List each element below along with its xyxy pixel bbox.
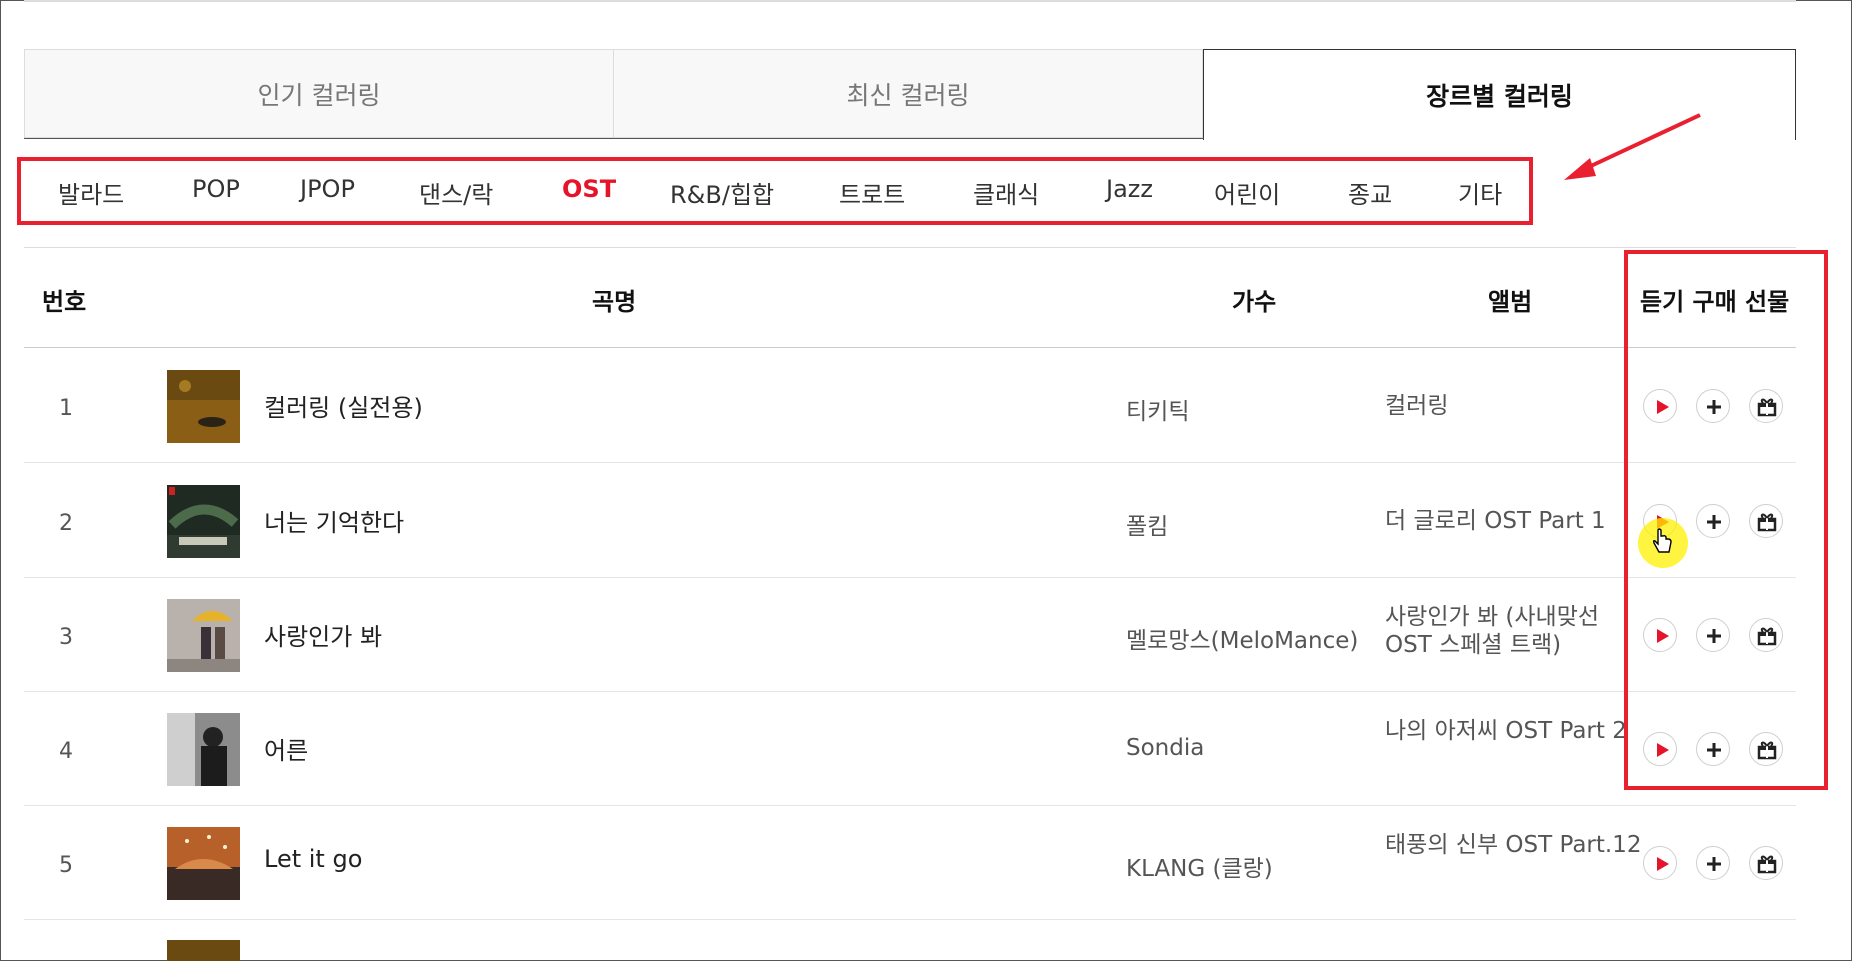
album-cover[interactable]: [167, 940, 240, 961]
artist-name[interactable]: Sondia: [1126, 735, 1204, 761]
table-row: 2 너는 기억한다 폴킴 더 글로리 OST Part 1: [24, 463, 1796, 578]
song-title[interactable]: 너는 기억한다: [264, 503, 404, 538]
table-row: 1 컬러링 (실전용) 티키틱 컬러링: [24, 348, 1796, 463]
row-number: 4: [59, 739, 73, 764]
header-album: 앨범: [1488, 288, 1533, 316]
album-cover[interactable]: [167, 485, 240, 558]
album-cover[interactable]: [167, 370, 240, 443]
gift-button[interactable]: [1749, 846, 1783, 880]
listen-button[interactable]: [1643, 846, 1677, 880]
artist-name[interactable]: 티키틱: [1126, 392, 1189, 426]
tab-latest[interactable]: 최신 컬러링: [613, 49, 1203, 138]
row-number: 1: [59, 396, 73, 421]
genre-kids[interactable]: 어린이: [1214, 175, 1280, 210]
header-artist: 가수: [1232, 288, 1277, 316]
album-name[interactable]: 사랑인가 봐 (사내맞선 OST 스페셜 트랙): [1385, 603, 1645, 659]
header-number: 번호: [42, 288, 87, 316]
album-name[interactable]: 태풍의 신부 OST Part.12: [1385, 831, 1645, 859]
table-row: 3 사랑인가 봐 멜로망스(MeloMance) 사랑인가 봐 (사내맞선 OS…: [24, 577, 1796, 692]
header-title: 곡명: [592, 288, 637, 316]
song-title[interactable]: 컬러링 (실전용): [264, 388, 423, 423]
song-title[interactable]: 사랑인가 봐: [264, 617, 382, 652]
artist-name[interactable]: 폴킴: [1126, 507, 1168, 541]
table-row: 4 어른 Sondia 나의 아저씨 OST Part 2: [24, 691, 1796, 806]
header-top-divider: [24, 247, 1796, 248]
album-name[interactable]: 나의 아저씨 OST Part 2: [1385, 717, 1645, 745]
genre-jazz[interactable]: Jazz: [1106, 175, 1153, 203]
album-name[interactable]: 컬러링: [1385, 392, 1645, 420]
gift-icon: [1757, 855, 1777, 874]
hand-cursor-icon: [1652, 528, 1672, 553]
category-tabs: 인기 컬러링 최신 컬러링 장르별 컬러링: [24, 49, 1796, 140]
row-number: 5: [59, 853, 73, 878]
genre-classic[interactable]: 클래식: [973, 175, 1039, 210]
genre-ost[interactable]: OST: [562, 175, 616, 203]
play-icon: [1657, 857, 1669, 871]
album-cover[interactable]: [167, 827, 240, 900]
genre-jpop[interactable]: JPOP: [300, 175, 355, 203]
genre-pop[interactable]: POP: [192, 175, 240, 203]
row-number: 3: [59, 625, 73, 650]
artist-name[interactable]: 멜로망스(MeloMance): [1126, 621, 1358, 655]
genre-etc[interactable]: 기타: [1458, 175, 1502, 210]
top-divider: [24, 0, 1796, 2]
tabs-underline: [24, 138, 1204, 139]
table-row: [24, 920, 1796, 961]
red-arrow-annotation: [1564, 113, 1701, 180]
genre-trot[interactable]: 트로트: [839, 175, 905, 210]
genre-rnb-hiphop[interactable]: R&B/힙합: [670, 175, 774, 210]
album-cover[interactable]: [167, 599, 240, 672]
plus-icon: [1707, 857, 1721, 871]
row-number: 2: [59, 511, 73, 536]
purchase-button[interactable]: [1696, 846, 1730, 880]
genre-ballad[interactable]: 발라드: [58, 175, 124, 210]
song-title[interactable]: 어른: [264, 731, 308, 766]
song-title[interactable]: Let it go: [264, 845, 362, 873]
table-row: 5 Let it go KLANG (클랑) 태풍의 신부 OST Part.1…: [24, 805, 1796, 920]
tab-popular[interactable]: 인기 컬러링: [24, 49, 614, 138]
genre-highlight-box: [17, 157, 1533, 225]
album-name[interactable]: 더 글로리 OST Part 1: [1385, 507, 1645, 535]
artist-name[interactable]: KLANG (클랑): [1126, 849, 1273, 883]
genre-dance-rock[interactable]: 댄스/락: [419, 175, 493, 210]
genre-religion[interactable]: 종교: [1348, 175, 1392, 210]
album-cover[interactable]: [167, 713, 240, 786]
